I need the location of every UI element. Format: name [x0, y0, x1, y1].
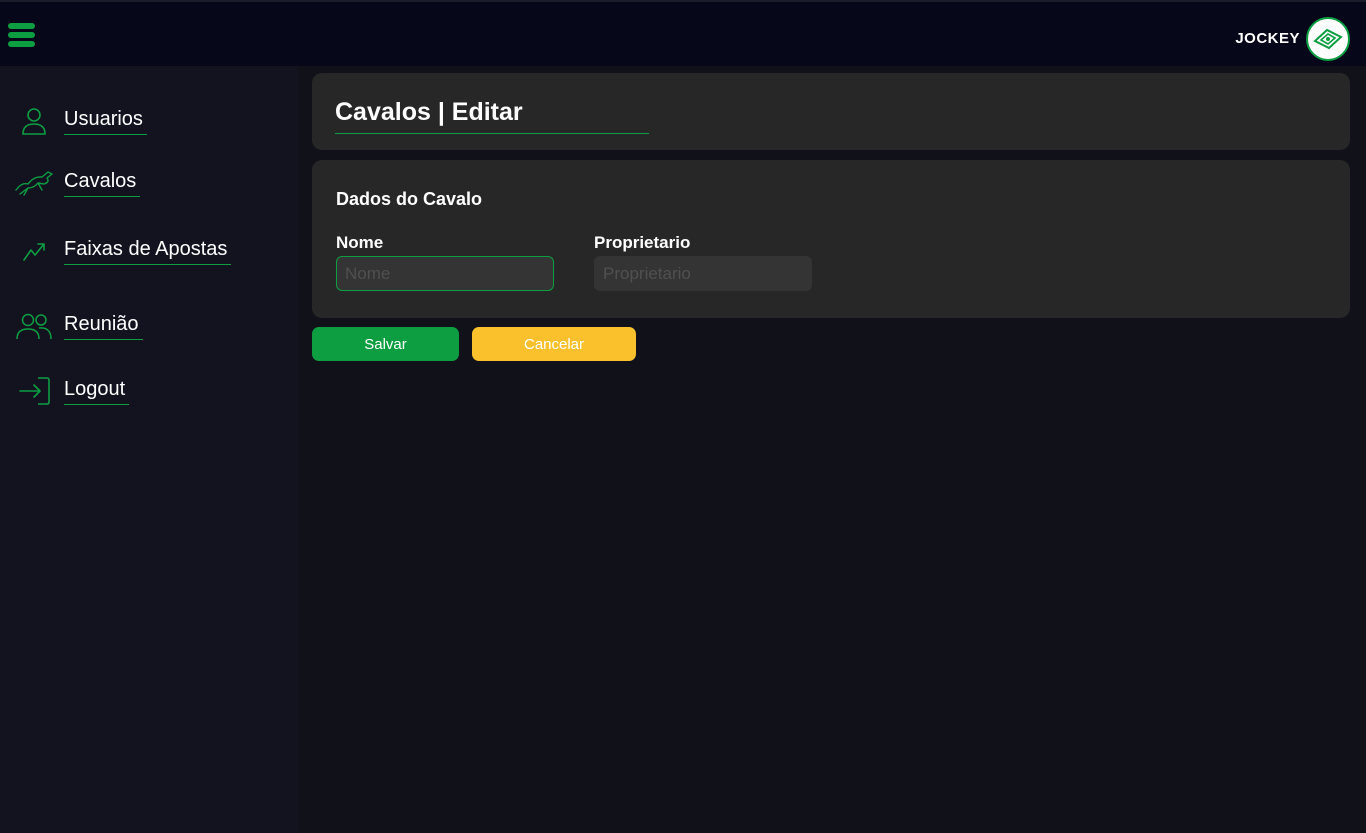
- sidebar-item-usuarios[interactable]: Usuarios: [14, 101, 147, 141]
- page-header-card: Cavalos | Editar: [312, 73, 1350, 150]
- sidebar-item-faixas-de-apostas[interactable]: Faixas de Apostas: [14, 231, 232, 271]
- sidebar-item-label: Faixas de Apostas: [64, 238, 232, 265]
- proprietario-input[interactable]: [594, 256, 812, 291]
- title-underline: [335, 133, 649, 134]
- sidebar-item-cavalos[interactable]: Cavalos: [14, 163, 141, 203]
- jockey-logo-icon: [1306, 17, 1350, 61]
- horse-icon: [14, 166, 54, 200]
- user-icon: [14, 104, 54, 138]
- sidebar-item-label: Logout: [64, 378, 130, 405]
- sidebar: Usuarios Cavalos Faixas de Apostas Reuni…: [0, 66, 298, 833]
- brand-name: JOCKEY: [1235, 30, 1300, 47]
- trending-up-icon: [14, 234, 54, 268]
- nome-label: Nome: [336, 233, 384, 252]
- nome-input[interactable]: [336, 256, 554, 291]
- section-title: Dados do Cavalo: [336, 189, 483, 209]
- sidebar-item-label: Usuarios: [64, 108, 147, 135]
- sidebar-item-label: Reunião: [64, 313, 143, 340]
- proprietario-label: Proprietario: [594, 233, 691, 252]
- horse-form-card: Dados do Cavalo Nome Proprietario: [312, 160, 1350, 318]
- hamburger-icon[interactable]: [8, 23, 36, 53]
- logout-icon: [14, 374, 54, 408]
- sidebar-item-label: Cavalos: [64, 170, 141, 197]
- save-button[interactable]: Salvar: [312, 327, 459, 361]
- cancel-button[interactable]: Cancelar: [472, 327, 636, 361]
- users-icon: [14, 309, 54, 343]
- sidebar-item-logout[interactable]: Logout: [14, 371, 130, 411]
- top-bar: JOCKEY: [0, 0, 1366, 66]
- main-content: Cavalos | Editar Dados do Cavalo Nome Pr…: [298, 66, 1366, 833]
- page-title: Cavalos | Editar: [335, 98, 523, 126]
- sidebar-item-reuniao[interactable]: Reunião: [14, 306, 143, 346]
